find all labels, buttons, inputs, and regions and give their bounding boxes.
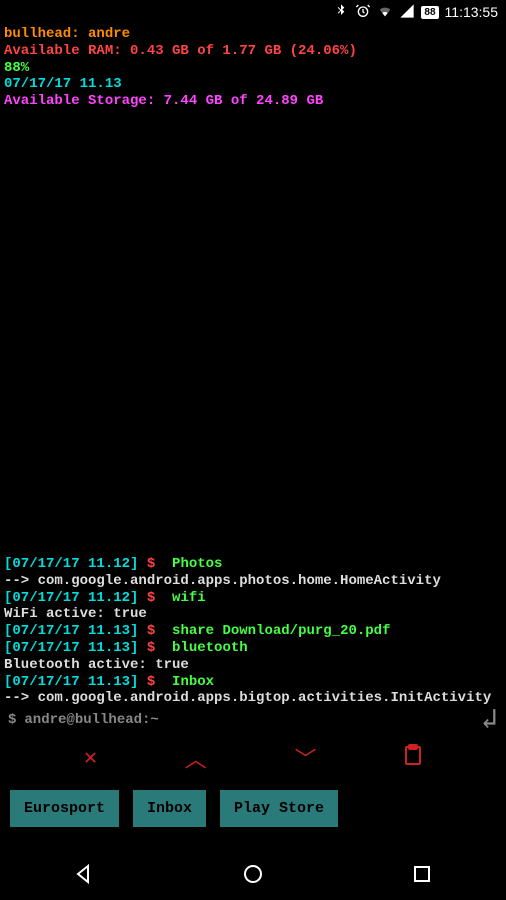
shortcut-inbox[interactable]: Inbox	[133, 790, 206, 827]
home-icon[interactable]	[241, 862, 265, 891]
log-output: Bluetooth active: true	[4, 657, 502, 674]
battery-badge: 88	[421, 6, 438, 19]
wifi-icon	[377, 3, 393, 22]
chevron-up-icon[interactable]: ︿	[185, 742, 207, 774]
shortcut-playstore[interactable]: Play Store	[220, 790, 338, 827]
terminal-header: bullhead: andre Available RAM: 0.43 GB o…	[0, 24, 506, 112]
clipboard-icon[interactable]	[404, 744, 422, 773]
bluetooth-icon	[333, 3, 349, 22]
back-icon[interactable]	[72, 862, 96, 891]
date-line: 07/17/17 11.13	[4, 76, 502, 93]
storage-line: Available Storage: 7.44 GB of 24.89 GB	[4, 93, 502, 110]
android-nav-bar	[0, 852, 506, 900]
prompt-dollar: $	[8, 712, 16, 728]
log-output: WiFi active: true	[4, 606, 502, 623]
terminal-log: [07/17/17 11.12] $ Photos --> com.google…	[4, 556, 502, 707]
log-output: --> com.google.android.apps.photos.home.…	[4, 573, 502, 590]
log-line: [07/17/17 11.13] $ bluetooth	[4, 640, 502, 657]
host-user-line: bullhead: andre	[4, 26, 502, 43]
chevron-down-icon[interactable]: ﹀	[294, 742, 316, 774]
recents-icon[interactable]	[410, 862, 434, 891]
shortcut-bar: Eurosport Inbox Play Store	[10, 790, 338, 827]
enter-icon[interactable]: ↲	[481, 702, 498, 737]
battery-line: 88%	[4, 60, 502, 77]
close-icon[interactable]: ✕	[84, 745, 97, 771]
signal-icon	[399, 3, 415, 22]
shortcut-eurosport[interactable]: Eurosport	[10, 790, 119, 827]
log-line: [07/17/17 11.12] $ Photos	[4, 556, 502, 573]
command-prompt[interactable]: $ andre@bullhead:~ ↲	[0, 700, 506, 739]
ram-line: Available RAM: 0.43 GB of 1.77 GB (24.06…	[4, 43, 502, 60]
prompt-input[interactable]: andre@bullhead:~	[24, 712, 481, 728]
toolbar: ✕ ︿ ﹀	[0, 742, 506, 774]
alarm-icon	[355, 3, 371, 22]
log-line: [07/17/17 11.12] $ wifi	[4, 590, 502, 607]
status-time: 11:13:55	[445, 4, 498, 20]
log-line: [07/17/17 11.13] $ share Download/purg_2…	[4, 623, 502, 640]
android-status-bar: 88 11:13:55	[0, 0, 506, 24]
log-line: [07/17/17 11.13] $ Inbox	[4, 674, 502, 691]
